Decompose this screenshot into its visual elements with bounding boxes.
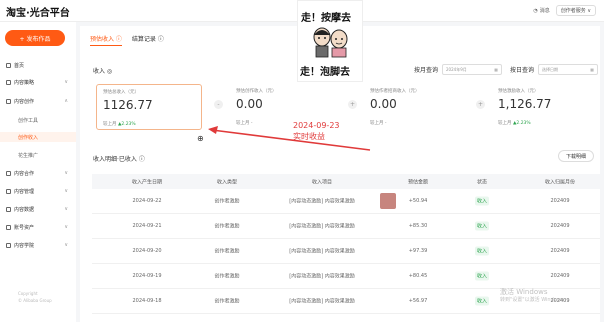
column-header: 收入归属月份 — [544, 179, 576, 185]
sidebar-item-strategy[interactable]: 内容策略 ∨ — [0, 77, 76, 87]
column-header: 收入类型 — [216, 179, 238, 185]
day-picker[interactable]: 选择日期 ▦ — [538, 64, 599, 75]
tab-settlement-records[interactable]: 结算记录 ⓘ — [132, 34, 164, 46]
column-header: 预估金额 — [407, 179, 429, 185]
data-icon — [6, 206, 11, 212]
copyright: Copyright © Alibaba Group — [18, 291, 52, 303]
cartoon-characters-image — [313, 27, 348, 58]
month-picker[interactable]: 2024年9月 ▦ — [442, 64, 503, 75]
sidebar-item-promotion[interactable]: 花生推广 — [0, 150, 76, 160]
sidebar: + 发布作品 首页 内容策略 ∨ 内容创作 ∧ 创作工具 创作收入 花生推广 内… — [0, 22, 76, 322]
sidebar-item-label: 花生推广 — [18, 152, 39, 159]
sidebar-item-assets[interactable]: 账号资产 ∨ — [0, 222, 76, 232]
sidebar-item-label: 内容合作 — [14, 170, 35, 177]
month-query: 按月查询 2024年9月 ▦ — [414, 64, 503, 75]
day-query: 按日查询 选择日期 ▦ — [510, 64, 599, 75]
top-right-area: ◔ 消息 创作者服务 ∨ — [533, 5, 596, 16]
create-icon — [6, 98, 11, 104]
income-section-title: 收入 ◎ — [93, 68, 113, 75]
column-header: 收入产生日期 — [131, 179, 163, 185]
status-badge: 收入 — [474, 271, 490, 281]
publish-button[interactable]: + 发布作品 — [5, 30, 65, 46]
sidebar-item-label: 首页 — [14, 62, 25, 69]
status-badge: 收入 — [474, 221, 490, 231]
sidebar-item-label: 内容策略 — [14, 79, 35, 86]
message-label: 消息 — [539, 8, 550, 14]
school-icon — [6, 242, 11, 248]
windows-activation-watermark: 激活 Windows 转到"设置"以激活 Windows。 — [500, 288, 569, 303]
sidebar-item-label: 内容数据 — [14, 206, 35, 213]
strategy-icon — [6, 79, 11, 85]
meme-caption-bottom: 走！泡脚去 — [300, 67, 350, 78]
sidebar-item-manage[interactable]: 内容管理 ∨ — [0, 186, 76, 196]
annotation-text: 2024-09-23 实时收益 — [293, 120, 340, 142]
sidebar-item-income[interactable]: 创作收入 — [0, 132, 76, 142]
plus-icon: + — [476, 100, 485, 109]
message-link[interactable]: ◔ 消息 — [533, 7, 550, 15]
bell-icon: ◔ — [533, 7, 538, 14]
sidebar-item-label: 内容管理 — [14, 188, 35, 195]
sidebar-item-label: 创作工具 — [18, 117, 39, 124]
meme-overlay: 走！按摩去 走！泡脚去 — [297, 0, 363, 82]
sidebar-item-label: 内容学院 — [14, 242, 35, 249]
content-thumbnail[interactable] — [380, 193, 396, 209]
chevron-down-icon: ∨ — [64, 224, 68, 230]
calendar-icon: ▦ — [494, 67, 499, 72]
table-header: 收入产生日期 收入类型 收入项目 预估金额 状态 收入归属月份 — [92, 174, 600, 189]
tab-bar: 预估收入 ⓘ 结算记录 ⓘ — [90, 34, 164, 46]
sidebar-item-label: 账号资产 — [14, 224, 35, 231]
asset-icon — [6, 224, 11, 230]
table-row[interactable]: 2024-09-22 创作者激励 [内容动态激励] 内容效果激励 +50.94 … — [92, 189, 600, 214]
meme-caption-top: 走！按摩去 — [301, 13, 351, 24]
chevron-down-icon: ∨ — [64, 170, 68, 176]
table-row[interactable]: 2024-09-20 创作者激励 [内容动态激励] 内容效果激励 +97.39 … — [92, 239, 600, 264]
sidebar-item-tools[interactable]: 创作工具 — [0, 115, 76, 125]
status-badge: 收入 — [474, 196, 490, 206]
sidebar-item-school[interactable]: 内容学院 ∨ — [0, 240, 76, 250]
income-detail-title: 收入明细·已收入 ⓘ — [93, 156, 145, 163]
status-badge: 收入 — [474, 296, 490, 306]
sidebar-item-label: 创作收入 — [18, 134, 39, 141]
column-header: 收入项目 — [311, 179, 333, 185]
minus-icon: - — [214, 100, 223, 109]
table-row[interactable]: 2024-09-21 创作者激励 [内容动态激励] 内容效果激励 +85.30 … — [92, 214, 600, 239]
plus-icon: + — [348, 100, 357, 109]
card-merchant-income[interactable]: 预估作者招商收入（元） 0.00 较上月 - — [364, 84, 470, 130]
chevron-down-icon: ∨ — [64, 242, 68, 248]
chevron-down-icon: ∨ — [64, 188, 68, 194]
day-query-label: 按日查询 — [510, 67, 535, 74]
tab-estimated-income[interactable]: 预估收入 ⓘ — [90, 34, 122, 46]
chevron-down-icon: ∨ — [64, 206, 68, 212]
card-incentive-income[interactable]: 预估激励收入（元） 1,126.77 较上月 ▲2.23% — [492, 84, 596, 130]
sidebar-item-coop[interactable]: 内容合作 ∨ — [0, 168, 76, 178]
sidebar-item-create[interactable]: 内容创作 ∧ — [0, 96, 76, 106]
cooperation-icon — [6, 170, 11, 176]
download-detail-button[interactable]: 下载明细 — [558, 150, 594, 162]
platform-logo[interactable]: 淘宝·光合平台 — [6, 4, 70, 19]
sidebar-item-home[interactable]: 首页 — [0, 60, 76, 70]
column-header: 状态 — [476, 179, 488, 185]
chevron-up-icon: ∧ — [64, 98, 68, 104]
table-row[interactable]: 2024-09-19 创作者激励 [内容动态激励] 内容效果激励 +80.45 … — [92, 264, 600, 289]
month-query-label: 按月查询 — [414, 67, 439, 74]
calendar-icon: ▦ — [590, 67, 595, 72]
creator-service-dropdown[interactable]: 创作者服务 ∨ — [555, 5, 596, 16]
annotation-date: 2024-09-23 — [293, 121, 340, 130]
home-icon — [6, 62, 11, 68]
annotation-label: 实时收益 — [293, 132, 325, 141]
status-badge: 收入 — [474, 246, 490, 256]
card-total-income[interactable]: 预估总收入（元） 1126.77 较上月 ▲2.23% — [96, 84, 202, 130]
sidebar-item-label: 内容创作 — [14, 98, 35, 105]
sidebar-item-data[interactable]: 内容数据 ∨ — [0, 204, 76, 214]
chevron-down-icon: ∨ — [64, 79, 68, 85]
zoom-cursor-icon: ⊕ — [197, 134, 204, 143]
manage-icon — [6, 188, 11, 194]
